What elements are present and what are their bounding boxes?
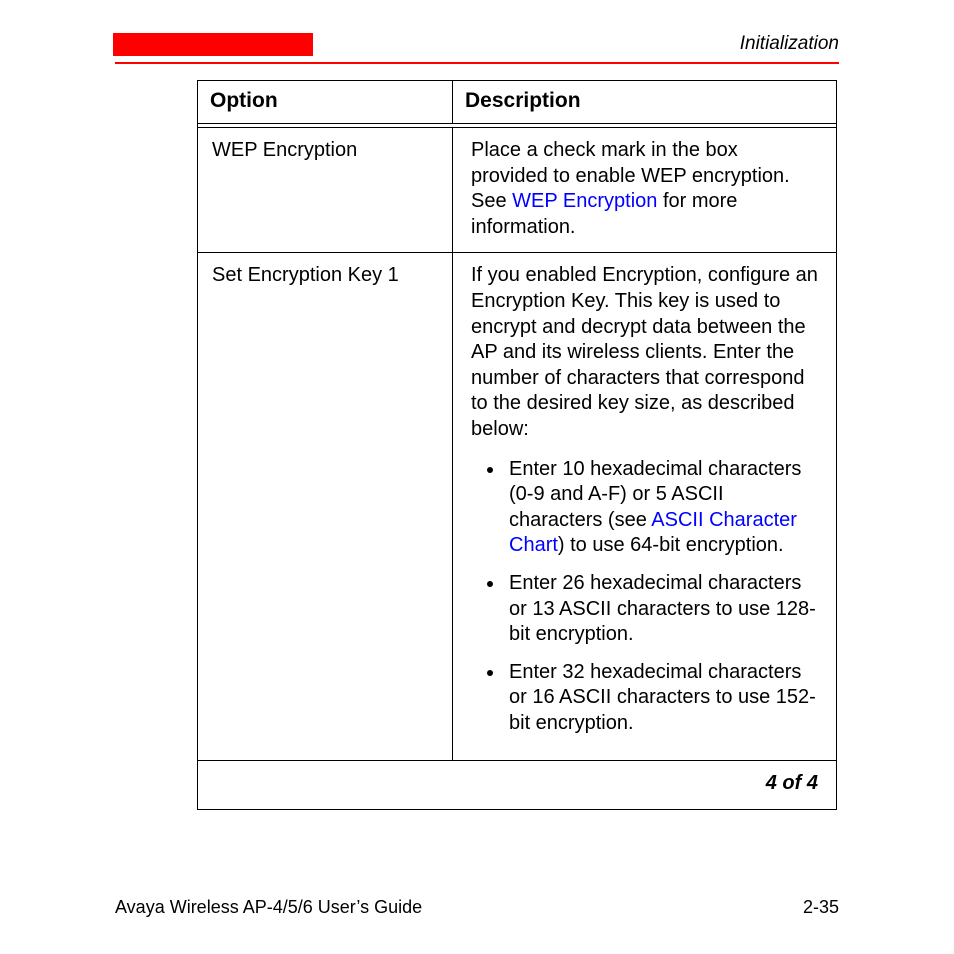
description-cell: Place a check mark in the box provided t… — [453, 128, 837, 253]
brand-block — [113, 33, 313, 56]
section-title: Initialization — [740, 33, 839, 55]
list-item: Enter 10 hexadecimal characters (0-9 and… — [505, 457, 818, 559]
bullet-text: Enter 26 hexadecimal characters or 13 AS… — [509, 572, 816, 645]
col-header-option: Option — [198, 81, 453, 124]
table-row: Set Encryption Key 1 If you enabled Encr… — [198, 253, 837, 761]
list-item: Enter 26 hexadecimal characters or 13 AS… — [505, 571, 818, 648]
page-count: 4 of 4 — [198, 761, 837, 810]
options-table-wrap: Option Description WEP Encryption Place … — [197, 80, 837, 810]
key-size-list: Enter 10 hexadecimal characters (0-9 and… — [471, 457, 818, 737]
col-header-description: Description — [453, 81, 837, 124]
table-row: WEP Encryption Place a check mark in the… — [198, 128, 837, 253]
header-divider — [115, 62, 839, 64]
list-item: Enter 32 hexadecimal characters or 16 AS… — [505, 660, 818, 737]
bullet-text: ) to use 64-bit encryption. — [558, 534, 784, 556]
footer-doc-title: Avaya Wireless AP-4/5/6 User’s Guide — [115, 897, 422, 918]
document-page: Initialization Option Description WEP En… — [0, 0, 954, 954]
page-header: Initialization — [115, 30, 839, 58]
page-count-row: 4 of 4 — [198, 761, 837, 810]
footer-page-number: 2-35 — [803, 897, 839, 918]
description-cell: If you enabled Encryption, configure an … — [453, 253, 837, 761]
bullet-text: Enter 32 hexadecimal characters or 16 AS… — [509, 661, 816, 734]
option-cell: Set Encryption Key 1 — [198, 253, 453, 761]
table-header-row: Option Description — [198, 81, 837, 124]
page-footer: Avaya Wireless AP-4/5/6 User’s Guide 2-3… — [115, 897, 839, 918]
options-table: Option Description WEP Encryption Place … — [197, 80, 837, 810]
wep-encryption-link[interactable]: WEP Encryption — [512, 190, 657, 212]
option-cell: WEP Encryption — [198, 128, 453, 253]
intro-text: If you enabled Encryption, configure an … — [471, 263, 818, 442]
